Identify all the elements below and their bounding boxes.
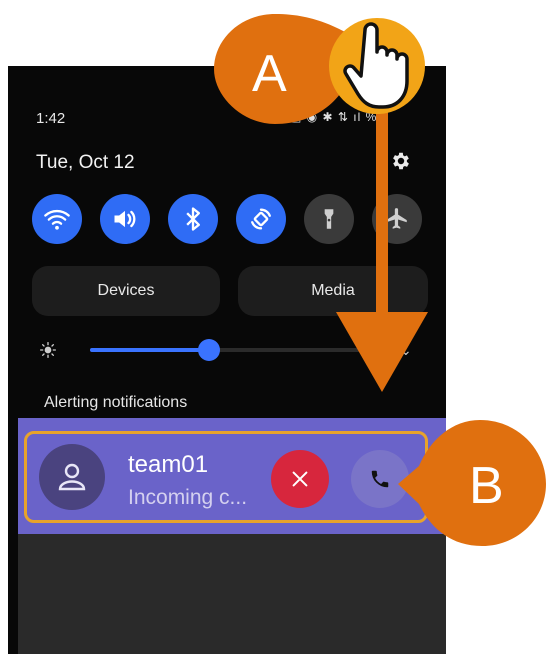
airplane-icon [386, 208, 407, 229]
callout-b-label: B [469, 457, 504, 515]
sound-icon [114, 210, 136, 228]
brightness-slider-fill [90, 348, 209, 352]
close-icon [292, 471, 308, 487]
auto-rotate-icon [251, 208, 271, 230]
caller-avatar [39, 444, 105, 510]
call-status: Incoming c... [128, 486, 248, 509]
status-time: 1:42 [36, 110, 66, 127]
status-icons: ▣ ◉ ✱ ⇅ ıl %▮ [290, 110, 385, 124]
gear-icon[interactable] [390, 150, 412, 172]
sound-toggle[interactable] [100, 194, 150, 244]
notifications-section-label: Alerting notifications [44, 394, 188, 411]
answer-call-button[interactable] [351, 450, 409, 508]
brightness-icon [40, 342, 56, 363]
wifi-icon [44, 209, 70, 230]
flashlight-icon [324, 209, 334, 229]
person-icon [58, 463, 86, 491]
brightness-slider-handle[interactable] [197, 339, 220, 361]
devices-button[interactable]: Devices [32, 266, 220, 316]
brightness-slider[interactable] [90, 339, 360, 361]
flashlight-toggle[interactable] [304, 194, 354, 244]
chevron-down-icon[interactable]: ⌄ [400, 342, 412, 359]
date-label: Tue, Oct 12 [36, 152, 135, 173]
notification-shade: 1:42 ▣ ◉ ✱ ⇅ ıl %▮ Tue, Oct 12 Devices M… [8, 66, 446, 654]
empty-notification-area [18, 534, 446, 654]
wifi-toggle[interactable] [32, 194, 82, 244]
media-button[interactable]: Media [238, 266, 428, 316]
airplane-toggle[interactable] [372, 194, 422, 244]
caller-name: team01 [128, 451, 209, 478]
decline-call-button[interactable] [271, 450, 329, 508]
phone-icon [371, 470, 389, 488]
auto-rotate-toggle[interactable] [236, 194, 286, 244]
bluetooth-icon [186, 207, 200, 231]
bluetooth-toggle[interactable] [168, 194, 218, 244]
